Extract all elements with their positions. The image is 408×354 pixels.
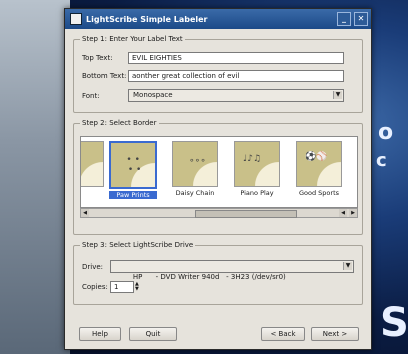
scroll-left-icon[interactable]: ◀ xyxy=(339,209,347,217)
top-text-field[interactable]: EVIL EIGHTIES xyxy=(128,52,344,64)
border-item-partial[interactable] xyxy=(81,141,105,197)
top-text-label: Top Text: xyxy=(82,54,113,62)
close-button[interactable]: ✕ xyxy=(354,12,368,26)
minimize-button[interactable]: _ xyxy=(337,12,351,26)
step1-group: Step 1: Enter Your Label Text Top Text: … xyxy=(73,35,363,113)
app-icon xyxy=(70,13,82,25)
desktop-decoration: S xyxy=(380,300,408,346)
border-item[interactable]: ♩♪♫ Piano Play xyxy=(233,141,281,197)
border-gallery: • • • • Paw Prints ∘∘∘ Daisy Chain ♩♪♫ P… xyxy=(80,136,358,208)
step2-title: Step 2: Select Border xyxy=(80,119,159,127)
help-button[interactable]: Help xyxy=(79,327,121,341)
scroll-right-icon[interactable]: ▶ xyxy=(349,209,357,217)
drive-select-value: HP - DVD Writer 940d - 3H23 (/dev/sr0) xyxy=(132,273,286,281)
border-item[interactable]: ∘∘∘ Daisy Chain xyxy=(171,141,219,197)
font-select[interactable]: Monospace ▼ xyxy=(128,89,344,102)
bottom-text-field[interactable]: aonther great collection of evil xyxy=(128,70,344,82)
step3-group: Step 3: Select LightScribe Drive Drive: … xyxy=(73,241,363,305)
border-item[interactable]: • • • • Paw Prints xyxy=(109,141,157,199)
window-title: LightScribe Simple Labeler xyxy=(86,14,208,24)
border-caption: Daisy Chain xyxy=(175,189,215,197)
quit-button[interactable]: Quit xyxy=(129,327,177,341)
font-select-value: Monospace xyxy=(133,91,173,99)
bottom-text-label: Bottom Text: xyxy=(82,72,127,80)
desktop-left-panel xyxy=(0,0,70,354)
border-caption: Piano Play xyxy=(240,189,274,197)
desktop-decoration: o xyxy=(378,120,394,145)
title-bar: LightScribe Simple Labeler _ ✕ xyxy=(65,9,371,29)
scroll-left-icon[interactable]: ◀ xyxy=(81,209,89,217)
next-button[interactable]: Next > xyxy=(311,327,359,341)
spin-arrows-icon[interactable]: ▲ ▼ xyxy=(135,282,139,292)
daisy-chain-thumbnail: ∘∘∘ xyxy=(172,141,218,187)
border-item[interactable]: ⚽⚾ Good Sports xyxy=(295,141,343,197)
step1-title: Step 1: Enter Your Label Text xyxy=(80,35,185,43)
copies-label: Copies: xyxy=(82,283,108,291)
back-button[interactable]: < Back xyxy=(261,327,305,341)
copies-spinner[interactable]: 1 xyxy=(110,281,134,293)
gallery-scrollbar[interactable]: ◀ ◀ ▶ xyxy=(80,208,358,218)
chevron-down-icon: ▼ xyxy=(343,262,352,270)
paw-prints-thumbnail: • • • • xyxy=(109,141,157,189)
border-thumbnail xyxy=(81,141,104,187)
desktop-decoration: c xyxy=(376,150,387,171)
drive-select[interactable]: HP - DVD Writer 940d - 3H23 (/dev/sr0) ▼ xyxy=(110,260,354,281)
step2-group: Step 2: Select Border • • • • Paw Prints… xyxy=(73,119,363,235)
chevron-down-icon: ▼ xyxy=(333,91,342,99)
border-caption: Paw Prints xyxy=(109,191,157,199)
step3-title: Step 3: Select LightScribe Drive xyxy=(80,241,196,249)
scrollbar-thumb[interactable] xyxy=(195,210,297,218)
labeler-window: LightScribe Simple Labeler _ ✕ Step 1: E… xyxy=(64,8,372,350)
font-label: Font: xyxy=(82,91,100,100)
good-sports-thumbnail: ⚽⚾ xyxy=(296,141,342,187)
drive-label: Drive: xyxy=(82,262,104,271)
border-caption: Good Sports xyxy=(298,189,340,197)
piano-play-thumbnail: ♩♪♫ xyxy=(234,141,280,187)
